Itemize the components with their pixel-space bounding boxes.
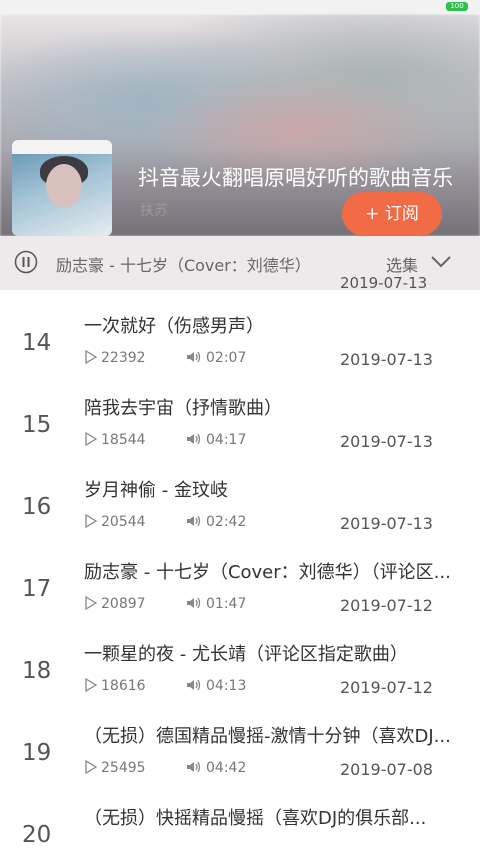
album-cover[interactable]: [12, 140, 112, 236]
subscribe-button[interactable]: + 订阅: [342, 192, 442, 236]
track-duration: 04:13: [206, 678, 247, 694]
track-title[interactable]: 一次就好（伤感男声）: [84, 312, 474, 338]
play-count-icon: [85, 678, 98, 692]
track-index: 14: [22, 330, 52, 356]
track-date: 2019-07-12: [340, 596, 433, 615]
speaker-icon: [187, 679, 201, 691]
track-duration: 02:42: [206, 514, 247, 530]
track-index: 18: [22, 658, 52, 684]
track-duration: 04:17: [206, 432, 247, 448]
track-play-count: 18616: [101, 678, 146, 694]
track-row[interactable]: 15 陪我去宇宙（抒情歌曲） 18544 04:17 2019-07-13: [0, 372, 480, 454]
track-title[interactable]: 岁月神偷 - 金玟岐: [84, 476, 474, 502]
track-play-count: 20897: [101, 596, 146, 612]
track-index: 19: [22, 740, 52, 766]
speaker-icon: [187, 515, 201, 527]
track-play-count: 25495: [101, 760, 146, 776]
status-bar: 100: [0, 0, 480, 14]
track-duration: 01:47: [206, 596, 247, 612]
track-row[interactable]: 20 （无损）快摇精品慢摇（喜欢DJ的俱乐部...: [0, 782, 480, 864]
track-date: 2019-07-12: [340, 678, 433, 697]
track-row[interactable]: 19 （无损）德国精品慢摇-激情十分钟（喜欢DJ... 25495 04:42 …: [0, 700, 480, 782]
track-index: 20: [22, 822, 52, 848]
track-date: 2019-07-13: [340, 432, 433, 451]
track-row[interactable]: 18 一颗星的夜 - 尤长靖（评论区指定歌曲） 18616 04:13 2019…: [0, 618, 480, 700]
play-count-icon: [85, 760, 98, 774]
battery-indicator: 100: [446, 2, 468, 11]
speaker-icon: [187, 597, 201, 609]
now-playing-title[interactable]: 励志豪 - 十七岁（Cover：刘德华）: [56, 252, 311, 276]
track-play-count: 20544: [101, 514, 146, 530]
track-title[interactable]: 励志豪 - 十七岁（Cover：刘德华）（评论区...: [84, 558, 474, 584]
track-play-count: 18544: [101, 432, 146, 448]
track-title[interactable]: （无损）德国精品慢摇-激情十分钟（喜欢DJ...: [84, 722, 474, 748]
track-row[interactable]: 16 岁月神偷 - 金玟岐 20544 02:42 2019-07-13: [0, 454, 480, 536]
track-title[interactable]: 陪我去宇宙（抒情歌曲）: [84, 394, 474, 420]
track-title[interactable]: 一颗星的夜 - 尤长靖（评论区指定歌曲）: [84, 640, 474, 666]
play-count-icon: [85, 350, 98, 364]
track-date: 2019-07-08: [340, 760, 433, 779]
track-duration: 04:42: [206, 760, 247, 776]
track-index: 15: [22, 412, 52, 438]
speaker-icon: [187, 433, 201, 445]
track-index: 17: [22, 576, 52, 602]
play-count-icon: [85, 596, 98, 610]
speaker-icon: [187, 351, 201, 363]
chevron-down-icon[interactable]: [430, 254, 452, 270]
track-row[interactable]: 14 一次就好（伤感男声） 22392 02:07 2019-07-13: [0, 290, 480, 372]
album-title: 抖音最火翻唱原唱好听的歌曲音乐: [138, 166, 453, 190]
play-count-icon: [85, 432, 98, 446]
play-count-icon: [85, 514, 98, 528]
track-index: 16: [22, 494, 52, 520]
speaker-icon: [187, 761, 201, 773]
track-title[interactable]: （无损）快摇精品慢摇（喜欢DJ的俱乐部...: [84, 804, 474, 830]
track-date: 2019-07-13: [340, 350, 433, 369]
pause-icon[interactable]: [14, 250, 38, 274]
album-author[interactable]: 扶苏: [140, 200, 168, 220]
select-episodes-button[interactable]: 选集: [386, 252, 418, 276]
track-duration: 02:07: [206, 350, 247, 366]
album-header: 抖音最火翻唱原唱好听的歌曲音乐 扶苏 + 订阅: [0, 14, 480, 236]
track-play-count: 22392: [101, 350, 146, 366]
track-row[interactable]: 17 励志豪 - 十七岁（Cover：刘德华）（评论区... 20897 01:…: [0, 536, 480, 618]
track-date: 2019-07-13: [340, 514, 433, 533]
